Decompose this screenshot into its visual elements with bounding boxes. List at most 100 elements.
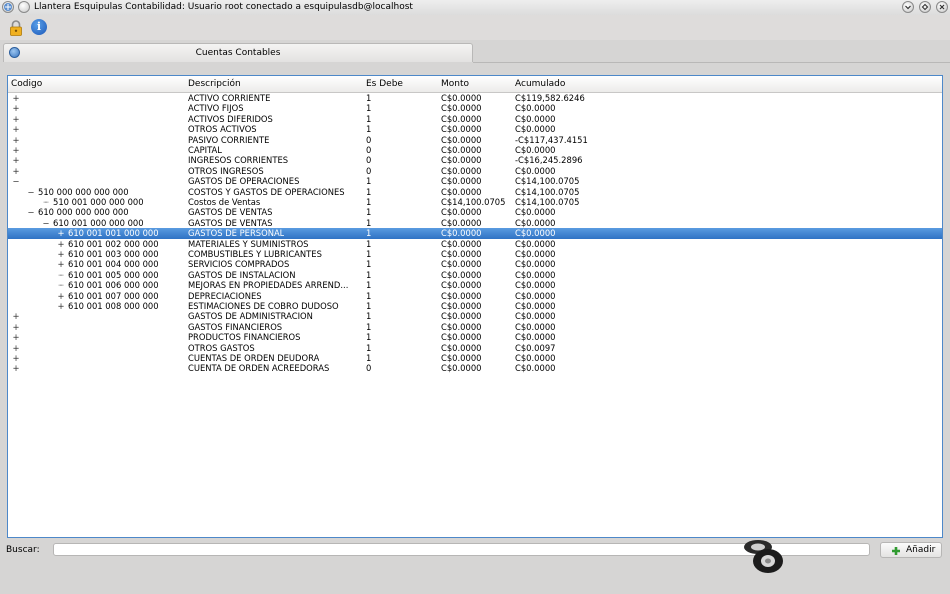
tree-row[interactable]: − GASTOS DE OPERACIONES 1 C$0.0000 C$14,100.… (8, 176, 942, 186)
expander-icon[interactable]: + (12, 332, 20, 342)
cell-descripcion: OTROS INGRESOS (188, 165, 264, 176)
expander-icon[interactable]: + (12, 353, 20, 363)
column-header-monto[interactable]: Monto (441, 79, 469, 89)
expander-icon[interactable]: + (57, 239, 65, 249)
tree-row[interactable]: −510 000 000 000 000 COSTOS Y GASTOS DE O… (8, 187, 942, 197)
expander-icon[interactable]: + (12, 311, 20, 321)
tree-row[interactable]: + ACTIVO FIJOS 1 C$0.0000 C$0.0000 (8, 103, 942, 113)
expander-icon[interactable]: + (12, 363, 20, 373)
tree-row[interactable]: + CUENTA DE ORDEN ACREEDORAS 0 C$0.0000 C$0.… (8, 363, 942, 373)
expander-icon[interactable]: + (12, 124, 20, 134)
expander-icon[interactable]: − (12, 176, 20, 186)
cell-acumulado: C$119,582.6246 (515, 93, 585, 103)
tree-row[interactable]: +610 001 007 000 000 DEPRECIACIONES 1 C$0.0… (8, 291, 942, 301)
cell-es-debe: 1 (366, 238, 372, 249)
cell-acumulado: C$0.0000 (515, 301, 556, 311)
tree-row[interactable]: + GASTOS FINANCIEROS 1 C$0.0000 C$0.0000 (8, 322, 942, 332)
app-menu-icon[interactable] (2, 1, 14, 13)
cell-descripcion: OTROS GASTOS (188, 342, 255, 353)
tree-row[interactable]: + ACTIVO CORRIENTE 1 C$0.0000 C$119,582.6246 (8, 93, 942, 103)
expander-icon[interactable]: + (12, 93, 20, 103)
window-title: Llantera Esquipulas Contabilidad: Usuari… (34, 2, 413, 12)
tree-row[interactable]: + OTROS INGRESOS 0 C$0.0000 C$0.0000 (8, 166, 942, 176)
cell-acumulado: C$0.0000 (515, 363, 556, 374)
tree-row[interactable]: + PASIVO CORRIENTE 0 C$0.0000 -C$117,437.415… (8, 135, 942, 145)
tree-row[interactable]: −610 001 000 000 000 GASTOS DE VENTAS 1 C$0… (8, 218, 942, 228)
cell-codigo: 610 000 000 000 000 (38, 207, 129, 218)
expander-icon[interactable]: + (12, 135, 20, 145)
tab-cuentas-contables[interactable]: Cuentas Contables (3, 43, 473, 62)
expander-icon[interactable]: + (12, 103, 20, 113)
tree-row[interactable]: + OTROS GASTOS 1 C$0.0000 C$0.0097 (8, 343, 942, 353)
expander-icon[interactable]: + (57, 249, 65, 259)
expander-icon[interactable]: + (12, 145, 20, 155)
tree-row[interactable]: + PRODUCTOS FINANCIEROS 1 C$0.0000 C$0.0000 (8, 332, 942, 342)
cell-codigo: 610 001 006 000 000 (68, 280, 159, 291)
tree-row[interactable]: ┈ 610 001 006 000 000 MEJORAS EN PROPIEDAD… (8, 280, 942, 290)
cell-acumulado: C$0.0000 (515, 332, 556, 343)
expander-icon[interactable]: + (12, 114, 20, 124)
expander-icon[interactable]: − (42, 218, 50, 228)
cell-descripcion: ESTIMACIONES DE COBRO DUDOSO (188, 301, 339, 311)
tab-bar: Cuentas Contables (0, 43, 950, 63)
cell-codigo: 610 001 004 000 000 (68, 259, 159, 270)
cell-monto: C$0.0000 (441, 342, 482, 353)
tree-row[interactable]: +610 001 002 000 000 MATERIALES Y SUMINIS… (8, 239, 942, 249)
add-button-label: Añadir (906, 545, 936, 555)
cell-descripcion: COMBUSTIBLES Y LUBRICANTES (188, 249, 322, 259)
expander-icon[interactable]: + (12, 343, 20, 353)
column-header-codigo[interactable]: Codigo (11, 79, 42, 89)
column-header-descripcion[interactable]: Descripción (188, 79, 241, 89)
tree-row[interactable]: + CUENTAS DE ORDEN DEUDORA 1 C$0.0000 C$0.00… (8, 353, 942, 363)
cell-acumulado: -C$16,245.2896 (515, 155, 583, 166)
tree-row[interactable]: + INGRESOS CORRIENTES 0 C$0.0000 -C$16,245.2… (8, 155, 942, 165)
tree-row[interactable]: + GASTOS DE ADMINISTRACION 1 C$0.0000 C$0.00… (8, 311, 942, 321)
cell-es-debe: 0 (366, 134, 372, 145)
expander-icon[interactable]: + (57, 259, 65, 269)
cell-es-debe: 1 (366, 113, 372, 124)
expander-icon[interactable]: − (27, 187, 35, 197)
cell-es-debe: 1 (366, 186, 372, 197)
expander-icon[interactable]: + (12, 155, 20, 165)
tree-row[interactable]: ┈ 510 001 000 000 000 Costos de Ventas 1 C$1… (8, 197, 942, 207)
tree-row[interactable]: +610 001 001 000 000 GASTOS DE PERSONAL 1 C… (8, 228, 942, 239)
tree-row[interactable]: ┈ 610 001 005 000 000 GASTOS DE INSTALACIO… (8, 270, 942, 280)
tree-row[interactable]: +610 001 004 000 000 SERVICIOS COMPRADOS 1… (8, 259, 942, 269)
maximize-button[interactable] (919, 1, 931, 13)
lock-icon[interactable] (9, 20, 23, 36)
accounts-tree[interactable]: Codigo Descripción Es Debe Monto Acumula… (7, 75, 943, 538)
info-icon[interactable]: i (31, 19, 47, 35)
tree-row[interactable]: + OTROS ACTIVOS 1 C$0.0000 C$0.0000 (8, 124, 942, 134)
expander-icon[interactable]: + (57, 228, 65, 238)
cell-descripcion: PRODUCTOS FINANCIEROS (188, 332, 301, 343)
cell-codigo: 610 001 000 000 000 (53, 217, 144, 228)
expander-icon[interactable]: + (57, 301, 65, 311)
cell-monto: C$0.0000 (441, 217, 482, 228)
tree-row[interactable]: + ACTIVOS DIFERIDOS 1 C$0.0000 C$0.0000 (8, 114, 942, 124)
minimize-button[interactable] (902, 1, 914, 13)
cell-codigo: 510 001 000 000 000 (53, 197, 144, 207)
tree-row[interactable]: + CAPITAL 0 C$0.0000 C$0.0000 (8, 145, 942, 155)
column-header-es-debe[interactable]: Es Debe (366, 79, 403, 89)
cell-monto: C$0.0000 (441, 176, 482, 187)
column-header-acumulado[interactable]: Acumulado (515, 79, 565, 89)
cell-es-debe: 1 (366, 249, 372, 259)
cell-acumulado: C$0.0000 (515, 145, 556, 155)
cell-descripcion: Costos de Ventas (188, 197, 261, 207)
tree-row[interactable]: +610 001 008 000 000 ESTIMACIONES DE COBR… (8, 301, 942, 311)
cell-monto: C$0.0000 (441, 259, 482, 270)
expander-icon[interactable]: + (12, 166, 20, 176)
cell-descripcion: INGRESOS CORRIENTES (188, 155, 289, 166)
cell-monto: C$0.0000 (441, 124, 482, 135)
expander-icon[interactable]: + (57, 291, 65, 301)
cell-es-debe: 1 (366, 280, 372, 291)
cell-acumulado: C$0.0000 (515, 249, 556, 259)
cell-codigo: 610 001 005 000 000 (68, 269, 159, 280)
add-button[interactable]: Añadir (880, 542, 942, 558)
expander-icon[interactable]: + (12, 322, 20, 332)
tree-row[interactable]: +610 001 003 000 000 COMBUSTIBLES Y LUBRI… (8, 249, 942, 259)
tree-row[interactable]: −610 000 000 000 000 GASTOS DE VENTAS 1 C$0… (8, 207, 942, 217)
expander-icon[interactable]: − (27, 207, 35, 217)
close-button[interactable] (936, 1, 948, 13)
sticky-button[interactable] (18, 1, 30, 13)
